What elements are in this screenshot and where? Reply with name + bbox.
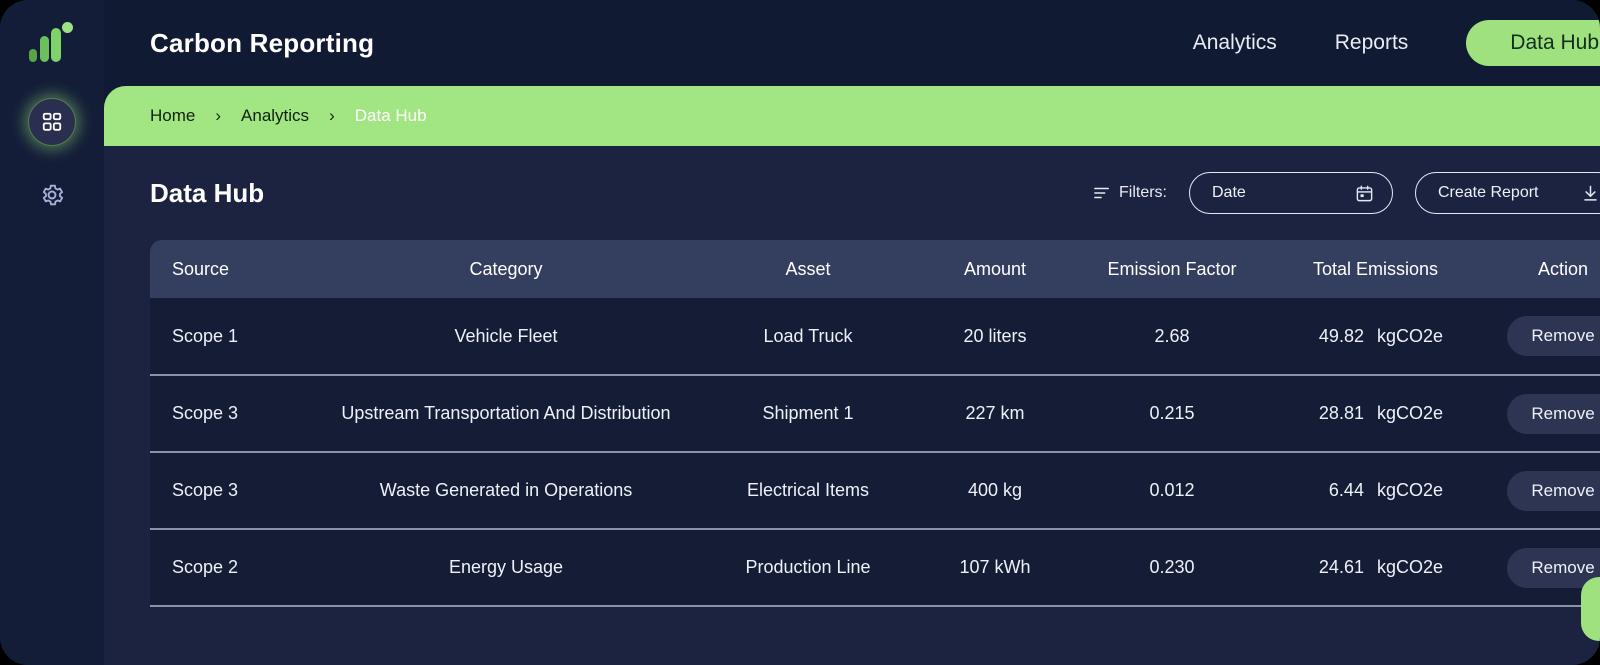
nav-link-data-hub[interactable]: Data Hub <box>1466 20 1600 66</box>
breadcrumb: Home › Analytics › Data Hub <box>104 86 1600 146</box>
column-header-action: Action <box>1483 240 1600 298</box>
content-panel: Home › Analytics › Data Hub Data Hub Fil… <box>104 86 1600 665</box>
column-header-emission-factor[interactable]: Emission Factor <box>1076 240 1268 298</box>
page-brand-title: Carbon Reporting <box>150 27 375 58</box>
chevron-right-icon: › <box>215 106 222 125</box>
cell-asset: Electrical Items <box>702 452 914 530</box>
page-header: Data Hub Filters: Date Create Report <box>104 146 1600 214</box>
breadcrumb-item-home[interactable]: Home <box>150 106 195 126</box>
table-row: Scope 2 Energy Usage Production Line 107… <box>150 529 1600 607</box>
cell-total-emissions: 49.82 kgCO2e <box>1268 298 1483 376</box>
top-navigation: Analytics Reports Data Hub <box>1193 20 1600 66</box>
breadcrumb-item-analytics[interactable]: Analytics <box>241 106 309 126</box>
cell-amount: 20 liters <box>914 298 1076 376</box>
table-body: Scope 1 Vehicle Fleet Load Truck 20 lite… <box>150 298 1600 607</box>
cell-amount: 107 kWh <box>914 529 1076 607</box>
app-window: Carbon Reporting Analytics Reports Data … <box>0 0 1600 665</box>
emissions-table: Source Category Asset Amount Emission Fa… <box>150 240 1600 607</box>
total-emissions-unit: kgCO2e <box>1376 557 1444 577</box>
column-header-category[interactable]: Category <box>310 240 702 298</box>
cell-category: Vehicle Fleet <box>310 298 702 376</box>
column-header-source[interactable]: Source <box>150 240 310 298</box>
date-filter-label: Date <box>1212 184 1246 201</box>
cell-amount: 400 kg <box>914 452 1076 530</box>
total-emissions-value: 28.81 <box>1318 403 1364 423</box>
remove-button[interactable]: Remove <box>1507 316 1600 356</box>
total-emissions-unit: kgCO2e <box>1376 325 1444 346</box>
sidebar <box>0 0 104 665</box>
total-emissions-unit: kgCO2e <box>1376 403 1444 423</box>
breadcrumb-item-data-hub: Data Hub <box>354 106 427 125</box>
cell-emission-factor: 0.012 <box>1076 452 1268 530</box>
table-header-row: Source Category Asset Amount Emission Fa… <box>150 240 1600 298</box>
column-header-total-emissions[interactable]: Total Emissions <box>1268 240 1483 298</box>
page-toolbar: Filters: Date Create Report <box>1094 172 1600 214</box>
cell-emission-factor: 0.230 <box>1076 529 1268 607</box>
main-area: Carbon Reporting Analytics Reports Data … <box>104 0 1600 665</box>
cell-source: Scope 3 <box>150 375 310 453</box>
cell-category: Waste Generated in Operations <box>310 452 702 530</box>
nav-link-reports[interactable]: Reports <box>1335 31 1409 55</box>
cell-asset: Shipment 1 <box>702 375 914 453</box>
calendar-icon <box>1356 185 1373 201</box>
table-head: Source Category Asset Amount Emission Fa… <box>150 240 1600 298</box>
table-row: Scope 3 Upstream Transportation And Dist… <box>150 375 1600 453</box>
filters-label: Filters: <box>1119 184 1167 201</box>
total-emissions-value: 6.44 <box>1328 480 1364 500</box>
cell-amount: 227 km <box>914 375 1076 453</box>
remove-button[interactable]: Remove <box>1507 393 1600 434</box>
bar-chart-logo-icon <box>29 22 75 62</box>
create-report-label: Create Report <box>1438 184 1539 201</box>
cell-emission-factor: 0.215 <box>1076 375 1268 453</box>
page-title: Data Hub <box>150 177 265 208</box>
total-emissions-value: 49.82 <box>1318 325 1364 346</box>
column-header-amount[interactable]: Amount <box>914 240 1076 298</box>
filter-lines-icon <box>1094 187 1109 199</box>
table-row: Scope 3 Waste Generated in Operations El… <box>150 452 1600 530</box>
filters-label-group: Filters: <box>1094 184 1167 202</box>
remove-button[interactable]: Remove <box>1507 470 1600 511</box>
total-emissions-value: 24.61 <box>1318 557 1364 577</box>
gear-icon <box>42 184 64 206</box>
cell-total-emissions: 6.44 kgCO2e <box>1268 452 1483 530</box>
emissions-table-container: Source Category Asset Amount Emission Fa… <box>150 240 1600 607</box>
cell-category: Energy Usage <box>310 529 702 607</box>
download-icon <box>1584 185 1597 201</box>
date-filter-button[interactable]: Date <box>1189 172 1393 214</box>
grid-dashboard-icon <box>42 112 62 131</box>
cell-action: Remove <box>1483 375 1600 453</box>
chat-support-button[interactable] <box>1581 577 1600 641</box>
cell-action: Remove <box>1483 452 1600 530</box>
chat-bubbles-icon <box>1596 592 1600 626</box>
cell-emission-factor: 2.68 <box>1076 298 1268 376</box>
column-header-asset[interactable]: Asset <box>702 240 914 298</box>
cell-source: Scope 3 <box>150 452 310 530</box>
nav-link-analytics[interactable]: Analytics <box>1193 31 1277 55</box>
topbar: Carbon Reporting Analytics Reports Data … <box>104 0 1600 86</box>
cell-total-emissions: 24.61 kgCO2e <box>1268 529 1483 607</box>
cell-asset: Production Line <box>702 529 914 607</box>
chat-widget-holder <box>1581 573 1600 653</box>
chevron-right-icon: › <box>329 106 335 125</box>
cell-asset: Load Truck <box>702 298 914 376</box>
sidebar-item-dashboard[interactable] <box>28 98 76 146</box>
cell-source: Scope 1 <box>150 298 310 376</box>
cell-total-emissions: 28.81 kgCO2e <box>1268 375 1483 453</box>
cell-category: Upstream Transportation And Distribution <box>310 375 702 453</box>
cell-source: Scope 2 <box>150 529 310 607</box>
table-row: Scope 1 Vehicle Fleet Load Truck 20 lite… <box>150 298 1600 376</box>
total-emissions-unit: kgCO2e <box>1376 480 1444 500</box>
create-report-button[interactable]: Create Report <box>1415 172 1600 214</box>
cell-action: Remove <box>1483 298 1600 376</box>
sidebar-item-settings[interactable] <box>35 178 69 212</box>
